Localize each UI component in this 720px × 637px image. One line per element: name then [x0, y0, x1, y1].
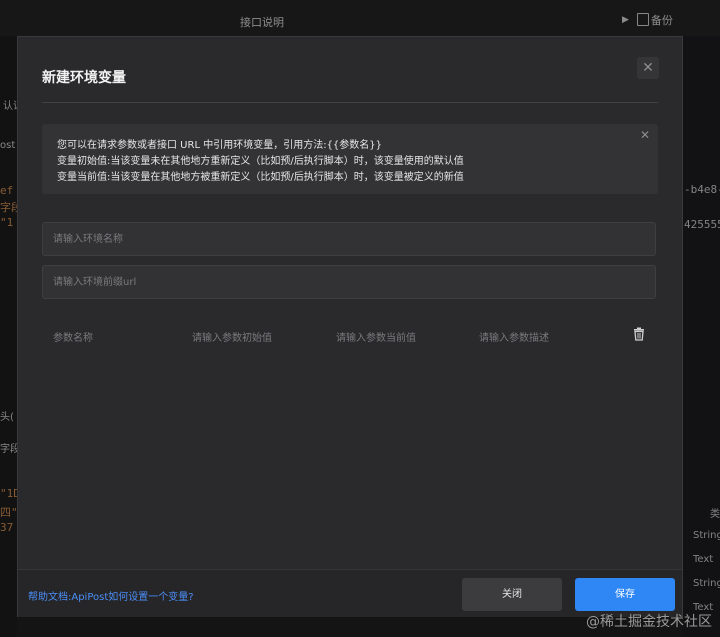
close-button[interactable]: 关闭 — [462, 578, 562, 611]
help-doc-link[interactable]: 帮助文档:ApiPost如何设置一个变量? — [28, 588, 194, 603]
info-notice: 您可以在请求参数或者接口 URL 中引用环境变量，引用方法:{{参数名}} 变量… — [42, 124, 658, 194]
new-environment-dialog: 新建环境变量 ✕ 您可以在请求参数或者接口 URL 中引用环境变量，引用方法:{… — [17, 36, 683, 617]
param-current-value-input[interactable]: 请输入参数当前值 — [336, 329, 416, 344]
environment-name-input[interactable] — [42, 222, 656, 256]
close-icon[interactable]: ✕ — [637, 57, 659, 79]
trash-icon[interactable] — [632, 327, 646, 341]
watermark: @稀土掘金技术社区 — [586, 614, 712, 630]
save-button[interactable]: 保存 — [575, 578, 675, 611]
dialog-title: 新建环境变量 — [42, 70, 126, 86]
info-line-2: 变量初始值:当该变量未在其他地方重新定义（比如预/后执行脚本）时，该变量使用的默… — [57, 156, 464, 167]
divider — [42, 102, 658, 103]
info-line-1: 您可以在请求参数或者接口 URL 中引用环境变量，引用方法:{{参数名}} — [57, 140, 383, 151]
param-name-input[interactable]: 参数名称 — [53, 329, 93, 344]
notice-close-icon[interactable]: ✕ — [640, 128, 650, 142]
info-line-3: 变量当前值:当该变量在其他地方被重新定义（比如预/后执行脚本）时，该变量被定义的… — [57, 172, 464, 183]
environment-url-input[interactable] — [42, 265, 656, 299]
param-initial-value-input[interactable]: 请输入参数初始值 — [192, 329, 272, 344]
param-description-input[interactable]: 请输入参数描述 — [479, 329, 549, 344]
dialog-footer: 帮助文档:ApiPost如何设置一个变量? 关闭 保存 — [18, 569, 682, 617]
